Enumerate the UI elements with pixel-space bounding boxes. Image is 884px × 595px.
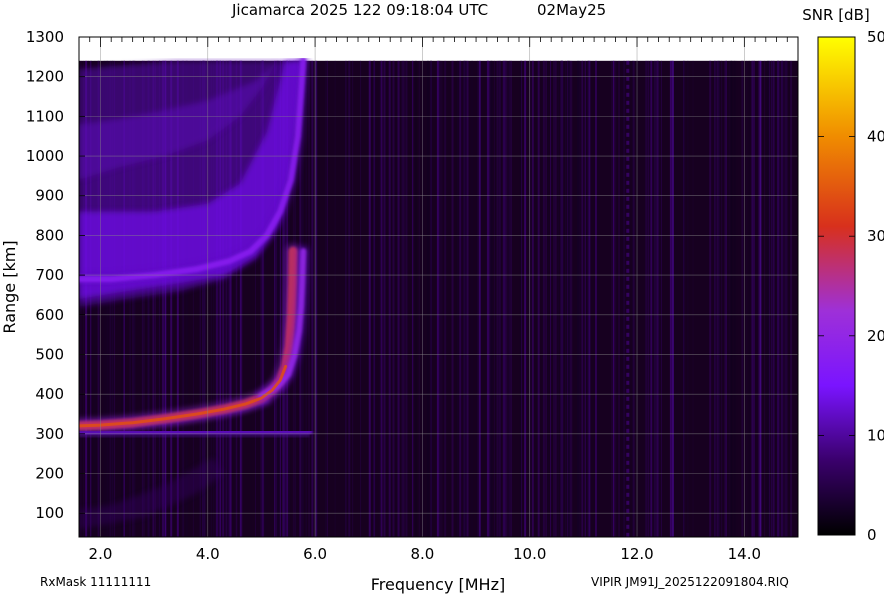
colorbar bbox=[817, 36, 856, 536]
colorbar-tick-label: 30 bbox=[867, 227, 884, 245]
echo-trace bbox=[79, 428, 313, 437]
y-tick-label: 1200 bbox=[26, 68, 64, 86]
colorbar-tick-label: 10 bbox=[867, 426, 884, 444]
y-tick-label: 1100 bbox=[26, 107, 64, 125]
y-tick-label: 800 bbox=[35, 226, 64, 244]
y-tick-label: 900 bbox=[35, 187, 64, 205]
y-tick-label: 600 bbox=[35, 306, 64, 324]
file-label: VIPIR JM91J_2025122091804.RIQ bbox=[591, 575, 789, 589]
x-tick-label: 14.0 bbox=[728, 545, 761, 563]
x-tick-label: 10.0 bbox=[513, 545, 546, 563]
x-axis-label: Frequency [MHz] bbox=[371, 575, 505, 594]
y-axis-label: Range [km] bbox=[0, 240, 19, 333]
y-tick-label: 500 bbox=[35, 345, 64, 363]
chart-title: Jicamarca 2025 122 09:18:04 UTC bbox=[231, 1, 488, 19]
x-tick-label: 2.0 bbox=[89, 545, 113, 563]
colorbar-label: SNR [dB] bbox=[802, 6, 869, 24]
rx-mask-label: RxMask 11111111 bbox=[40, 575, 151, 589]
x-tick-label: 8.0 bbox=[410, 545, 434, 563]
y-tick-label: 100 bbox=[35, 504, 64, 522]
x-tick-label: 4.0 bbox=[196, 545, 220, 563]
colorbar-tick-label: 20 bbox=[867, 327, 884, 345]
y-tick-label: 700 bbox=[35, 266, 64, 284]
date-label: 02May25 bbox=[537, 1, 606, 19]
ionogram-chart: Jicamarca 2025 122 09:18:04 UTC 02May25 … bbox=[0, 1, 884, 594]
y-tick-label: 300 bbox=[35, 425, 64, 443]
y-tick-label: 1000 bbox=[26, 147, 64, 165]
x-tick-label: 12.0 bbox=[620, 545, 653, 563]
colorbar-tick-label: 50 bbox=[867, 28, 884, 46]
y-axis-ticks: 100 200 300 400 500 600 700 800 900 1000 1100 1200 1… bbox=[26, 28, 85, 522]
colorbar-tick-label: 0 bbox=[867, 526, 877, 544]
y-tick-label: 200 bbox=[35, 465, 64, 483]
x-tick-label: 6.0 bbox=[303, 545, 327, 563]
colorbar-tick-label: 40 bbox=[867, 128, 884, 146]
y-tick-label: 400 bbox=[35, 385, 64, 403]
y-tick-label: 1300 bbox=[26, 28, 64, 46]
